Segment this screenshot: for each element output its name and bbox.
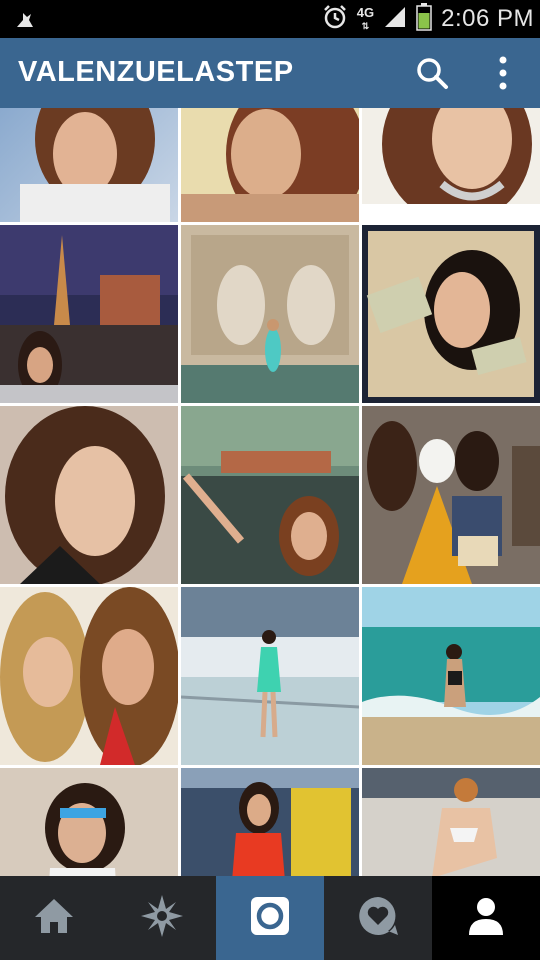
home-icon <box>33 897 75 940</box>
profile-icon <box>468 896 504 941</box>
photo-tile[interactable] <box>181 225 359 403</box>
tab-explore[interactable] <box>108 876 216 960</box>
photo-tile[interactable] <box>362 768 540 876</box>
explore-star-icon <box>141 894 183 942</box>
alarm-icon <box>322 4 348 35</box>
photo-tile[interactable] <box>181 587 359 765</box>
photo-tile[interactable] <box>0 406 178 584</box>
clock: 2:06 PM <box>441 5 534 32</box>
battery-icon <box>416 2 432 36</box>
app-bar: VALENZUELASTEP <box>0 38 540 108</box>
heart-bubble-icon <box>357 895 399 942</box>
photo-tile[interactable] <box>0 587 178 765</box>
search-icon[interactable] <box>415 56 449 90</box>
photo-tile[interactable] <box>181 108 359 222</box>
photo-tile[interactable] <box>181 768 359 876</box>
tab-activity[interactable] <box>324 876 432 960</box>
4g-icon: 4G ⇅ <box>356 4 375 31</box>
photo-tile[interactable] <box>362 225 540 403</box>
photo-tile[interactable] <box>362 587 540 765</box>
photo-tile[interactable] <box>0 108 178 222</box>
photo-grid <box>0 108 540 876</box>
bottom-tab-bar <box>0 876 540 960</box>
photo-tile[interactable] <box>362 406 540 584</box>
photo-tile[interactable] <box>362 108 540 222</box>
profile-username: VALENZUELASTEP <box>18 56 294 88</box>
tab-camera[interactable] <box>216 876 324 960</box>
photo-tile[interactable] <box>0 225 178 403</box>
usb-debug-icon <box>14 8 36 35</box>
photo-tile[interactable] <box>181 406 359 584</box>
signal-icon <box>383 5 407 34</box>
photo-tile[interactable] <box>0 768 178 876</box>
status-bar: 4G ⇅ 2:06 PM <box>0 0 540 38</box>
network-type-label: 4G <box>356 4 375 20</box>
overflow-menu-icon[interactable] <box>488 52 518 94</box>
tab-home[interactable] <box>0 876 108 960</box>
tab-profile[interactable] <box>432 876 540 960</box>
camera-icon <box>250 896 290 941</box>
